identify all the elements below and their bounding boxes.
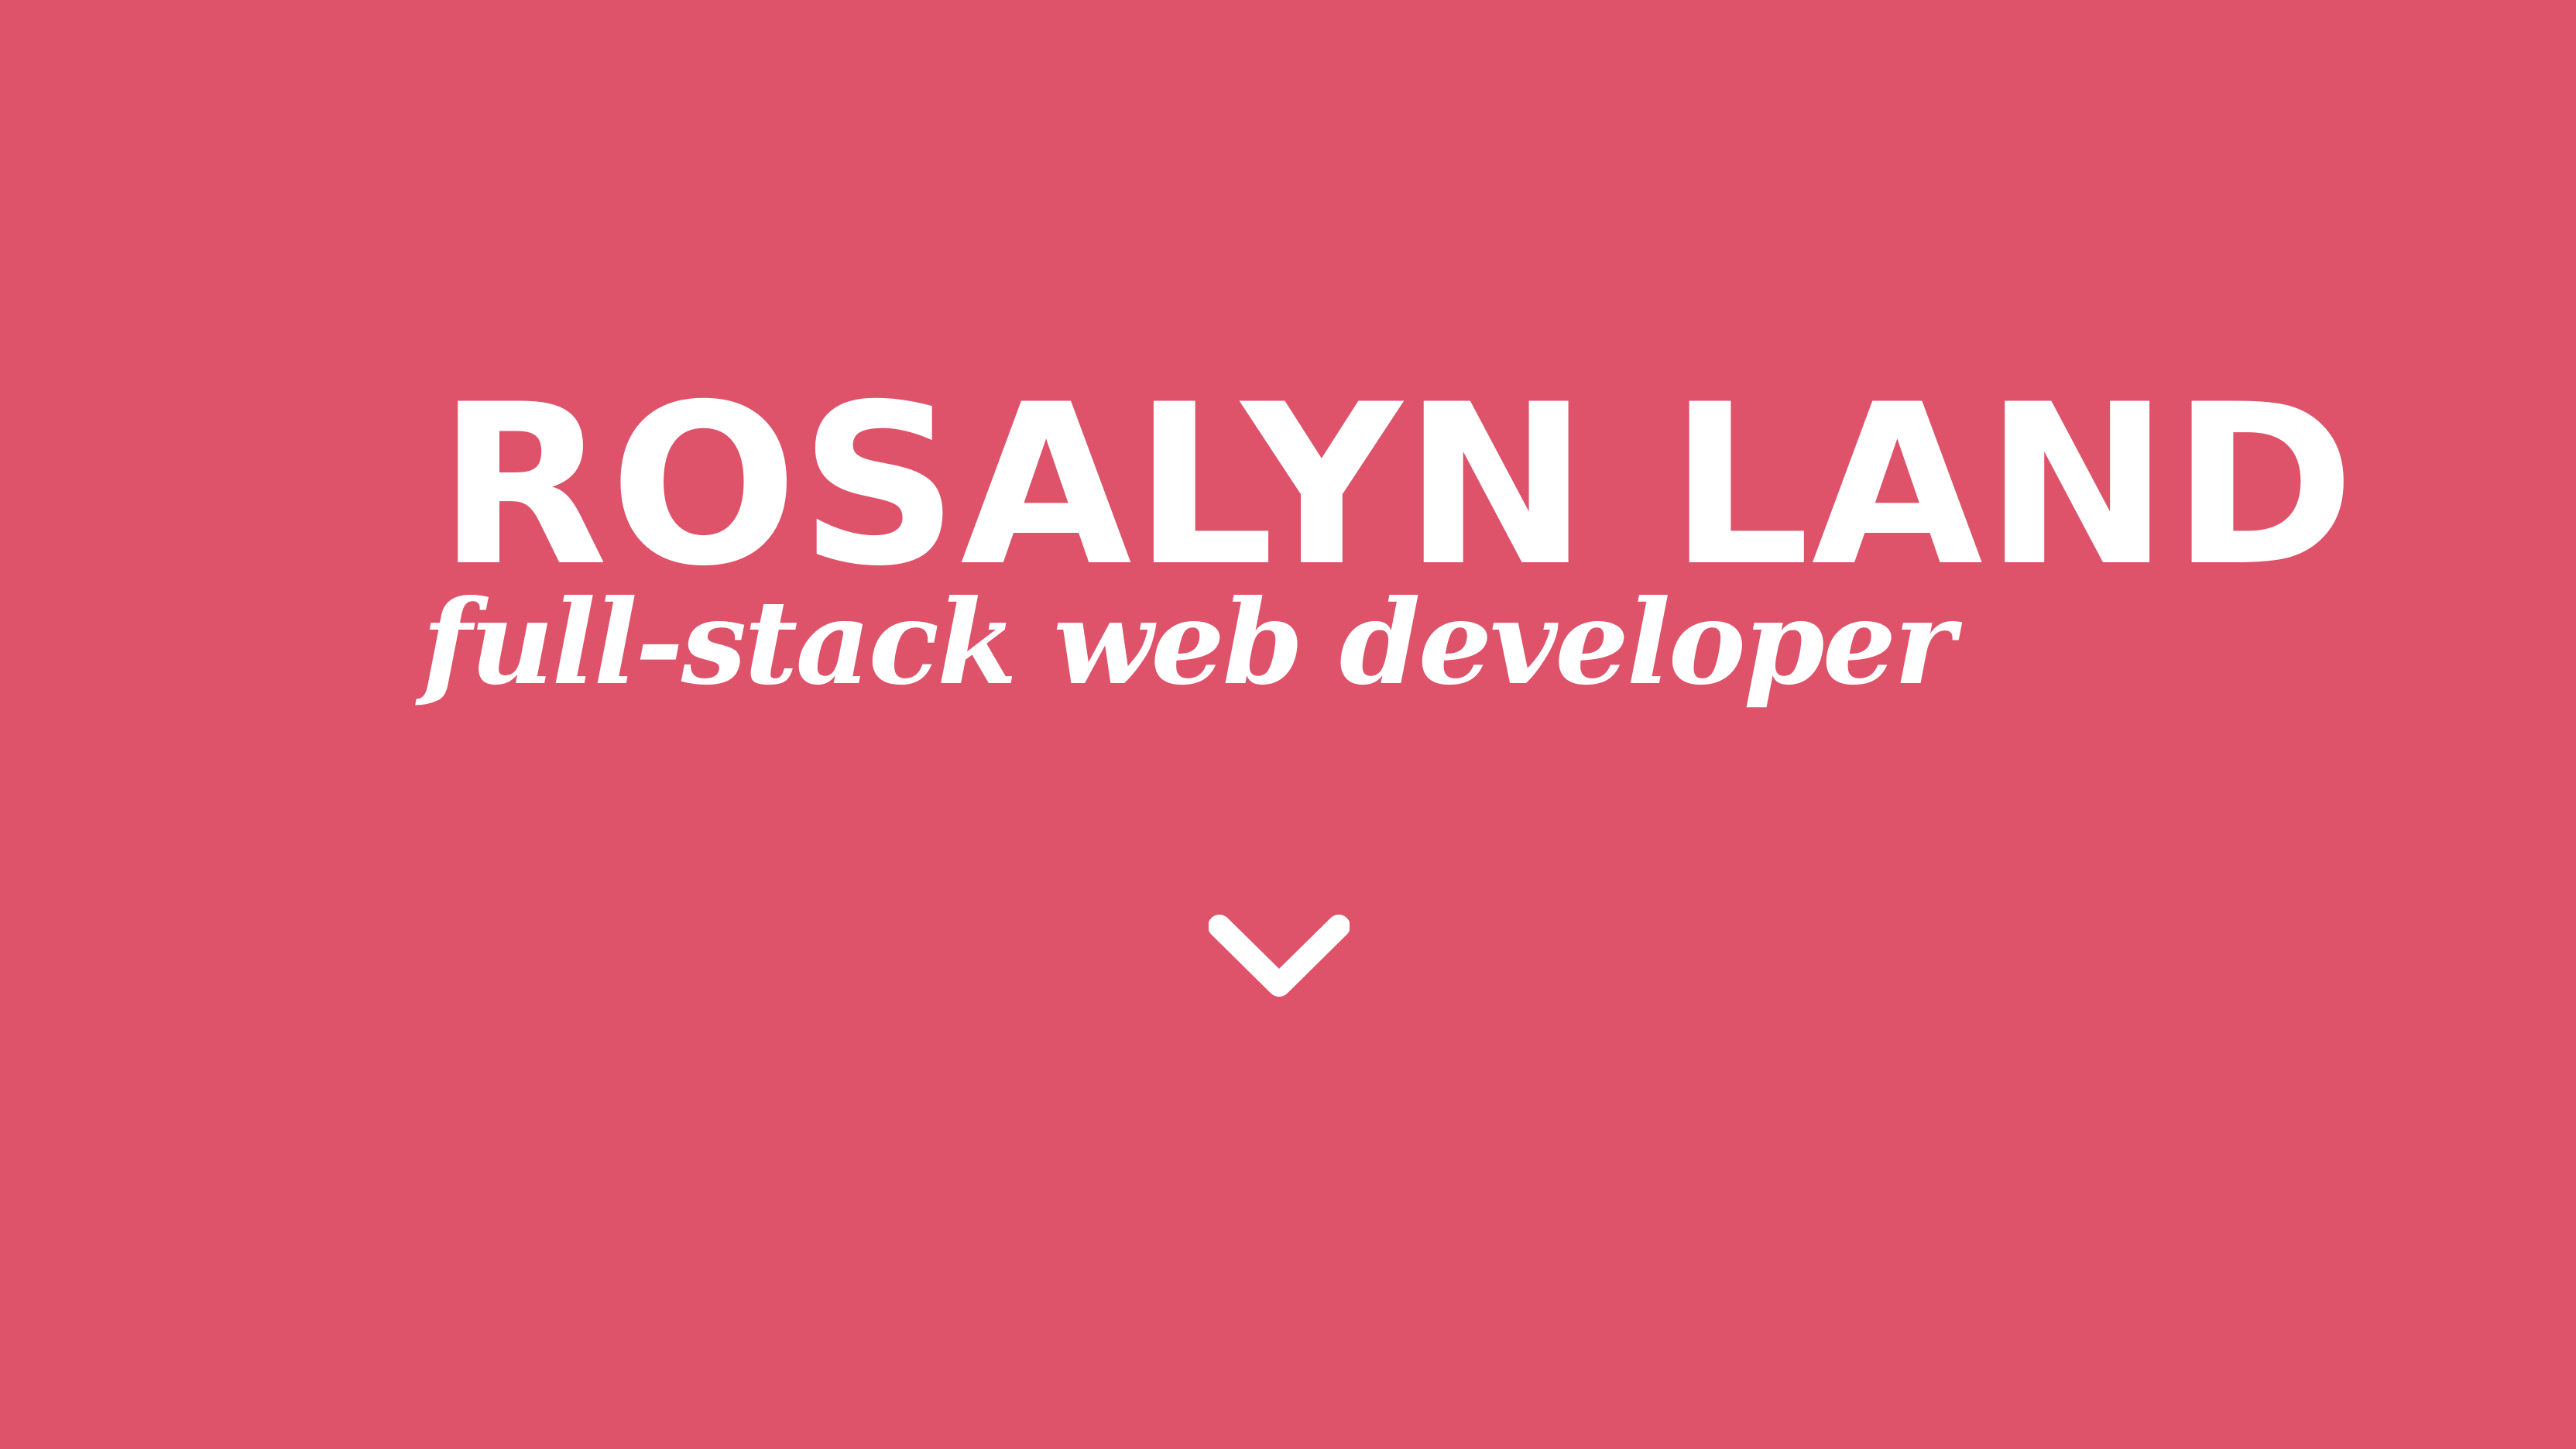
- hero-tagline: full-stack web developer: [422, 575, 1955, 711]
- hero-name-heading: ROSALYN LAND: [437, 358, 2357, 615]
- chevron-down-icon: [1209, 915, 1350, 997]
- scroll-down-button[interactable]: [1209, 908, 1350, 1004]
- hero-section: ROSALYN LAND full-stack web developer: [0, 0, 2576, 1449]
